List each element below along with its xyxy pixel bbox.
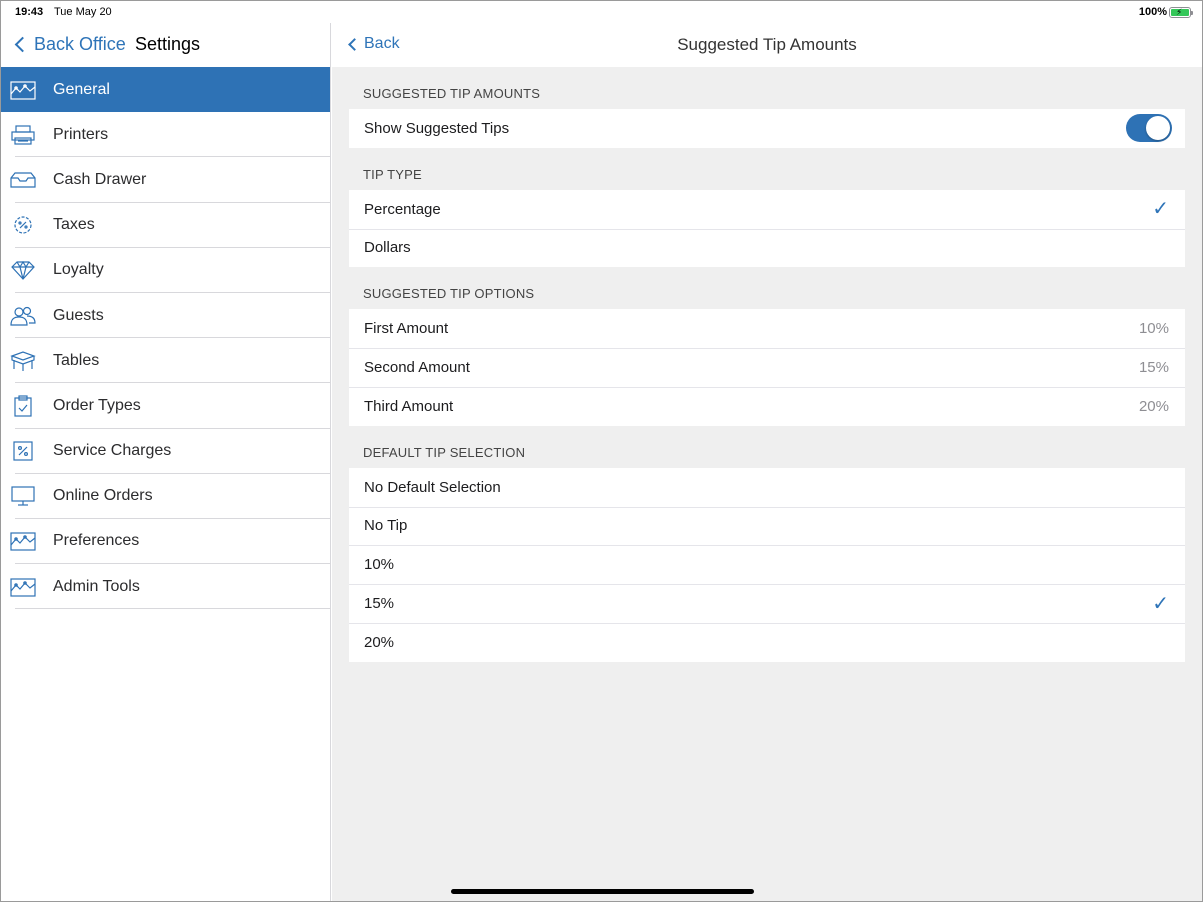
admin-tools-icon xyxy=(10,576,36,598)
show-suggested-tips-toggle[interactable] xyxy=(1126,114,1172,143)
cash-drawer-icon xyxy=(10,169,36,191)
group-default-selection: No Default Selection No Tip 10% 15% ✓ 20… xyxy=(349,467,1185,662)
sidebar-item-general[interactable]: General xyxy=(1,67,330,113)
sidebar-item-label: Online Orders xyxy=(53,487,153,505)
sidebar-item-label: Guests xyxy=(53,306,104,324)
section-header-default-selection: DEFAULT TIP SELECTION xyxy=(363,444,526,460)
row-label: Third Amount xyxy=(364,397,454,415)
diamond-icon xyxy=(10,259,36,281)
sidebar-item-online-orders[interactable]: Online Orders xyxy=(1,474,330,520)
section-header-tip-options: SUGGESTED TIP OPTIONS xyxy=(363,286,535,302)
default-option-no-tip[interactable]: No Tip xyxy=(349,506,1185,546)
default-option-20[interactable]: 20% xyxy=(349,622,1185,662)
monitor-icon xyxy=(10,485,36,507)
sidebar-item-label: Tables xyxy=(53,351,100,369)
tip-type-option-dollars[interactable]: Dollars xyxy=(349,228,1185,268)
back-office-button[interactable]: Back Office xyxy=(13,34,126,55)
sidebar-item-guests[interactable]: Guests xyxy=(1,293,330,339)
status-date: Tue May 20 xyxy=(54,6,112,18)
sidebar-item-tables[interactable]: Tables xyxy=(1,338,330,384)
tip-type-option-percentage[interactable]: Percentage ✓ xyxy=(349,190,1185,229)
sidebar-item-preferences[interactable]: Preferences xyxy=(1,519,330,565)
checkmark-icon: ✓ xyxy=(1152,592,1169,615)
page-title: Suggested Tip Amounts xyxy=(677,35,857,54)
sidebar-item-label: Admin Tools xyxy=(53,577,140,595)
sidebar-item-label: Loyalty xyxy=(53,261,104,279)
settings-content: SUGGESTED TIP AMOUNTS Show Suggested Tip… xyxy=(349,67,1185,885)
third-amount-row[interactable]: Third Amount 20% xyxy=(349,386,1185,426)
option-label: 10% xyxy=(364,556,395,574)
third-amount-value: 20% xyxy=(1138,397,1169,415)
main-panel: Back Suggested Tip Amounts SUGGESTED TIP… xyxy=(332,23,1202,901)
option-label: Percentage xyxy=(364,200,441,218)
option-label: No Default Selection xyxy=(364,478,501,496)
row-label: First Amount xyxy=(364,320,449,338)
option-label: Dollars xyxy=(364,239,411,257)
settings-menu: General Printers Cash Drawer Taxes Loyal… xyxy=(1,67,330,610)
sidebar-item-label: General xyxy=(53,80,110,98)
sidebar-item-label: Taxes xyxy=(53,216,95,234)
group-suggested: Show Suggested Tips xyxy=(349,109,1185,148)
percent-icon xyxy=(10,440,36,462)
show-suggested-tips-label: Show Suggested Tips xyxy=(364,119,510,137)
preferences-icon xyxy=(10,530,36,552)
status-time: 19:43 xyxy=(15,6,44,18)
battery-percentage: 100% xyxy=(1138,6,1167,18)
row-label: Second Amount xyxy=(364,359,470,377)
sidebar-item-cash-drawer[interactable]: Cash Drawer xyxy=(1,157,330,203)
group-tip-type: Percentage ✓ Dollars xyxy=(349,189,1185,268)
option-label: No Tip xyxy=(364,517,408,535)
sidebar-item-admin-tools[interactable]: Admin Tools xyxy=(1,564,330,610)
back-office-label: Back Office xyxy=(34,34,126,54)
second-amount-value: 15% xyxy=(1138,359,1169,377)
sidebar-item-label: Preferences xyxy=(53,532,140,550)
group-tip-options: First Amount 10% Second Amount 15% Third… xyxy=(349,309,1185,426)
sidebar-item-label: Printers xyxy=(53,125,109,143)
guests-icon xyxy=(10,305,36,327)
nav-bar: Back Suggested Tip Amounts xyxy=(332,23,1202,67)
sidebar-item-printers[interactable]: Printers xyxy=(1,112,330,158)
status-bar: 19:43 Tue May 20 100% ⚡ xyxy=(1,1,1202,23)
printer-icon xyxy=(10,124,36,146)
sidebar-item-order-types[interactable]: Order Types xyxy=(1,383,330,429)
tax-icon xyxy=(10,214,36,236)
option-label: 20% xyxy=(364,633,395,651)
sidebar-title: Settings xyxy=(135,34,201,54)
second-amount-row[interactable]: Second Amount 15% xyxy=(349,348,1185,387)
default-option-no-default[interactable]: No Default Selection xyxy=(349,468,1185,507)
battery-icon: ⚡ xyxy=(1169,7,1193,18)
section-header-suggested: SUGGESTED TIP AMOUNTS xyxy=(363,86,541,101)
home-indicator[interactable] xyxy=(451,889,754,894)
general-icon xyxy=(10,79,36,101)
sidebar-item-taxes[interactable]: Taxes xyxy=(1,203,330,248)
sidebar-header: Back Office Settings xyxy=(1,23,330,67)
default-option-10[interactable]: 10% xyxy=(349,545,1185,584)
chevron-left-icon xyxy=(14,36,31,53)
first-amount-row[interactable]: First Amount 10% xyxy=(349,309,1185,348)
sidebar-item-service-charges[interactable]: Service Charges xyxy=(1,429,330,474)
sidebar-item-loyalty[interactable]: Loyalty xyxy=(1,248,330,294)
show-suggested-tips-row: Show Suggested Tips xyxy=(349,109,1185,148)
default-option-15[interactable]: 15% ✓ xyxy=(349,584,1185,623)
sidebar-item-label: Cash Drawer xyxy=(53,170,147,188)
checkmark-icon: ✓ xyxy=(1152,198,1169,221)
first-amount-value: 10% xyxy=(1138,320,1169,338)
section-header-tip-type: TIP TYPE xyxy=(363,166,422,182)
sidebar-item-label: Order Types xyxy=(53,396,141,414)
sidebar-item-label: Service Charges xyxy=(53,442,172,460)
table-icon xyxy=(10,350,36,372)
option-label: 15% xyxy=(364,595,395,613)
sidebar: Back Office Settings General Printers Ca… xyxy=(1,23,331,901)
clipboard-icon xyxy=(10,395,36,417)
